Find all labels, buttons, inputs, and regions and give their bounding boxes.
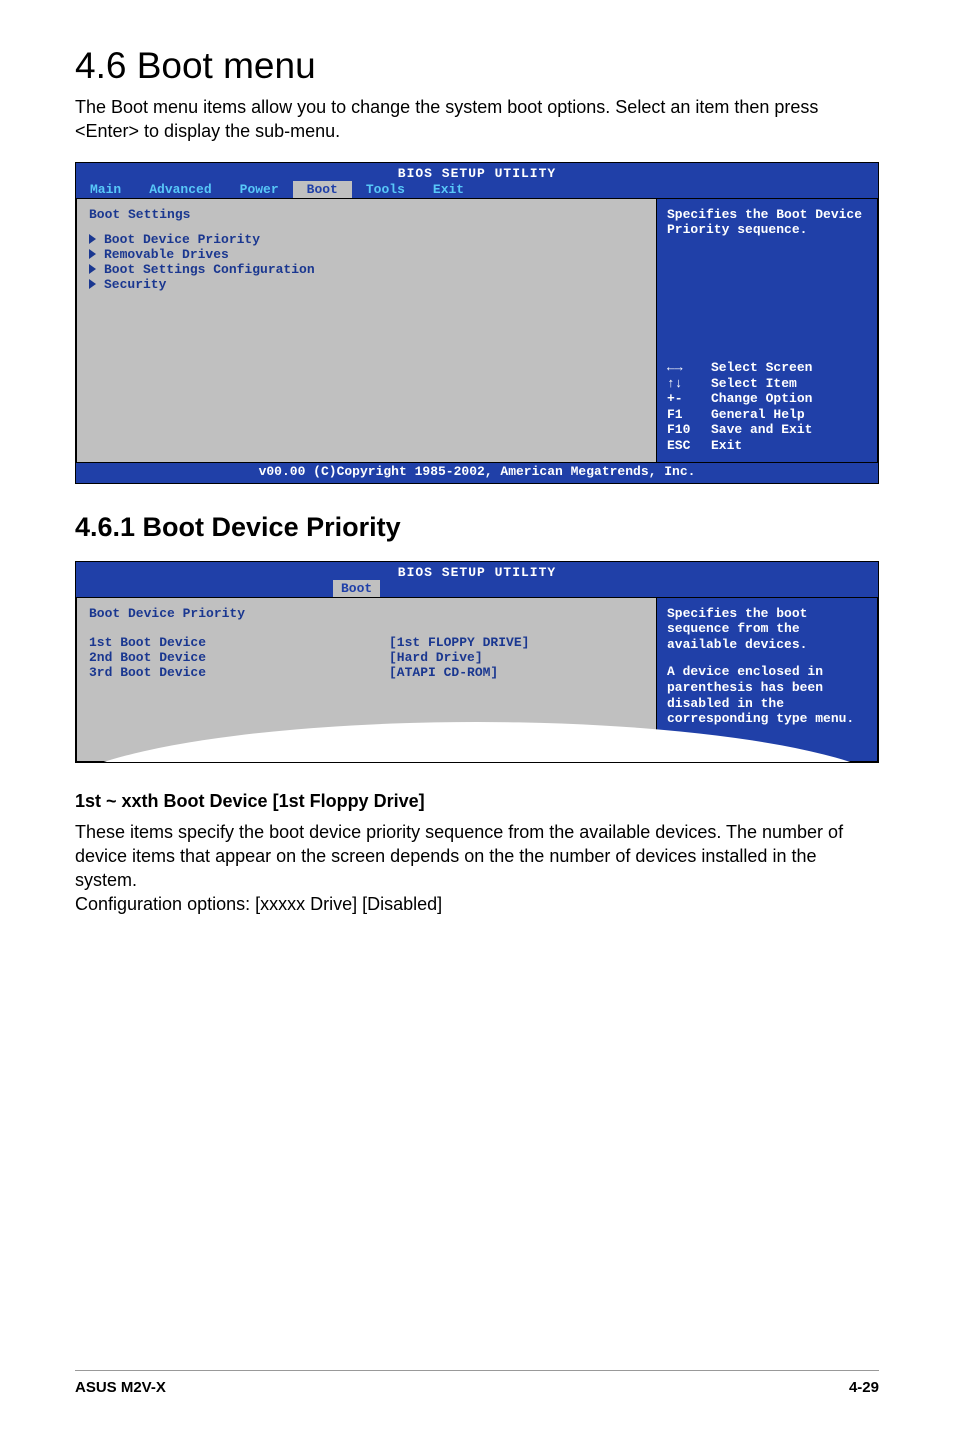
- device-value: [1st FLOPPY DRIVE]: [389, 635, 529, 650]
- legend-label: Select Screen: [711, 360, 812, 376]
- bios-key-legend: ←→ Select Screen ↑↓ Select Item +- Change O…: [667, 360, 867, 454]
- page-title: 4.6 Boot menu: [75, 45, 879, 87]
- bios-title-bar: BIOS SETUP UTILITY: [76, 163, 878, 181]
- bios-help-text: Specifies the Boot Device Priority seque…: [667, 207, 867, 238]
- menu-item-removable-drives[interactable]: Removable Drives: [89, 247, 644, 262]
- page-footer: ASUS M2V-X 4-29: [75, 1370, 879, 1396]
- menu-item-label: Boot Settings Configuration: [104, 262, 315, 277]
- footer-product: ASUS M2V-X: [75, 1379, 166, 1396]
- bios-tab-main[interactable]: Main: [76, 181, 135, 198]
- legend-key: F1: [667, 407, 701, 423]
- menu-item-boot-device-priority[interactable]: Boot Device Priority: [89, 232, 644, 247]
- legend-row: ↑↓ Select Item: [667, 376, 867, 392]
- legend-row: ESC Exit: [667, 438, 867, 454]
- bios-tab-tools[interactable]: Tools: [352, 181, 419, 198]
- legend-key: ↑↓: [667, 376, 701, 392]
- bios-panel-heading: Boot Device Priority: [89, 606, 644, 621]
- submenu-arrow-icon: [89, 234, 96, 244]
- section-heading: 4.6.1 Boot Device Priority: [75, 512, 879, 543]
- bios-help-panel: Specifies the Boot Device Priority seque…: [656, 198, 878, 463]
- menu-item-label: Security: [104, 277, 166, 292]
- menu-item-boot-settings-configuration[interactable]: Boot Settings Configuration: [89, 262, 644, 277]
- bios-tab-row: Main Advanced Power Boot Tools Exit: [76, 181, 878, 198]
- legend-row: F1 General Help: [667, 407, 867, 423]
- legend-key: ←→: [667, 360, 701, 376]
- legend-key: +-: [667, 391, 701, 407]
- bios-tab-advanced[interactable]: Advanced: [135, 181, 225, 198]
- device-value: [Hard Drive]: [389, 650, 483, 665]
- bios-help-text-2: A device enclosed in parenthesis has bee…: [667, 664, 867, 726]
- intro-paragraph: The Boot menu items allow you to change …: [75, 95, 879, 144]
- bios-tab-exit[interactable]: Exit: [419, 181, 478, 198]
- device-label: 3rd Boot Device: [89, 665, 389, 680]
- device-label: 1st Boot Device: [89, 635, 389, 650]
- bios-panel-heading: Boot Settings: [89, 207, 644, 222]
- bios-help-text-1: Specifies the boot sequence from the ava…: [667, 606, 867, 653]
- device-value: [ATAPI CD-ROM]: [389, 665, 498, 680]
- bios-tab-boot[interactable]: Boot: [333, 580, 380, 597]
- legend-label: Change Option: [711, 391, 812, 407]
- legend-label: Select Item: [711, 376, 797, 392]
- option-heading: 1st ~ xxth Boot Device [1st Floppy Drive…: [75, 791, 879, 812]
- legend-key: ESC: [667, 438, 701, 454]
- submenu-arrow-icon: [89, 249, 96, 259]
- bios-tab-row: Boot: [76, 580, 878, 597]
- bios-title-text: BIOS SETUP UTILITY: [398, 565, 556, 580]
- legend-row: F10 Save and Exit: [667, 422, 867, 438]
- bios-panel-boot-settings: BIOS SETUP UTILITY Main Advanced Power B…: [75, 162, 879, 484]
- footer-page-number: 4-29: [849, 1379, 879, 1396]
- menu-item-security[interactable]: Security: [89, 277, 644, 292]
- device-label: 2nd Boot Device: [89, 650, 389, 665]
- bios-panel-boot-device-priority: BIOS SETUP UTILITY Boot Boot Device Prio…: [75, 561, 879, 763]
- bios-main-area: Boot Settings Boot Device Priority Remov…: [76, 198, 656, 463]
- legend-label: General Help: [711, 407, 805, 423]
- bios-tab-power[interactable]: Power: [226, 181, 293, 198]
- legend-row: +- Change Option: [667, 391, 867, 407]
- legend-key: F10: [667, 422, 701, 438]
- bios-copyright-footer: v00.00 (C)Copyright 1985-2002, American …: [76, 463, 878, 483]
- menu-item-label: Boot Device Priority: [104, 232, 260, 247]
- legend-label: Save and Exit: [711, 422, 812, 438]
- legend-row: ←→ Select Screen: [667, 360, 867, 376]
- submenu-arrow-icon: [89, 279, 96, 289]
- boot-device-row-3[interactable]: 3rd Boot Device [ATAPI CD-ROM]: [89, 665, 644, 680]
- legend-label: Exit: [711, 438, 742, 454]
- boot-device-row-2[interactable]: 2nd Boot Device [Hard Drive]: [89, 650, 644, 665]
- menu-item-label: Removable Drives: [104, 247, 229, 262]
- bios-title-bar: BIOS SETUP UTILITY: [76, 562, 878, 580]
- bios-tab-boot[interactable]: Boot: [293, 181, 352, 198]
- boot-device-row-1[interactable]: 1st Boot Device [1st FLOPPY DRIVE]: [89, 635, 644, 650]
- bios-title-text: BIOS SETUP UTILITY: [398, 166, 556, 181]
- submenu-arrow-icon: [89, 264, 96, 274]
- option-description: These items specify the boot device prio…: [75, 820, 879, 917]
